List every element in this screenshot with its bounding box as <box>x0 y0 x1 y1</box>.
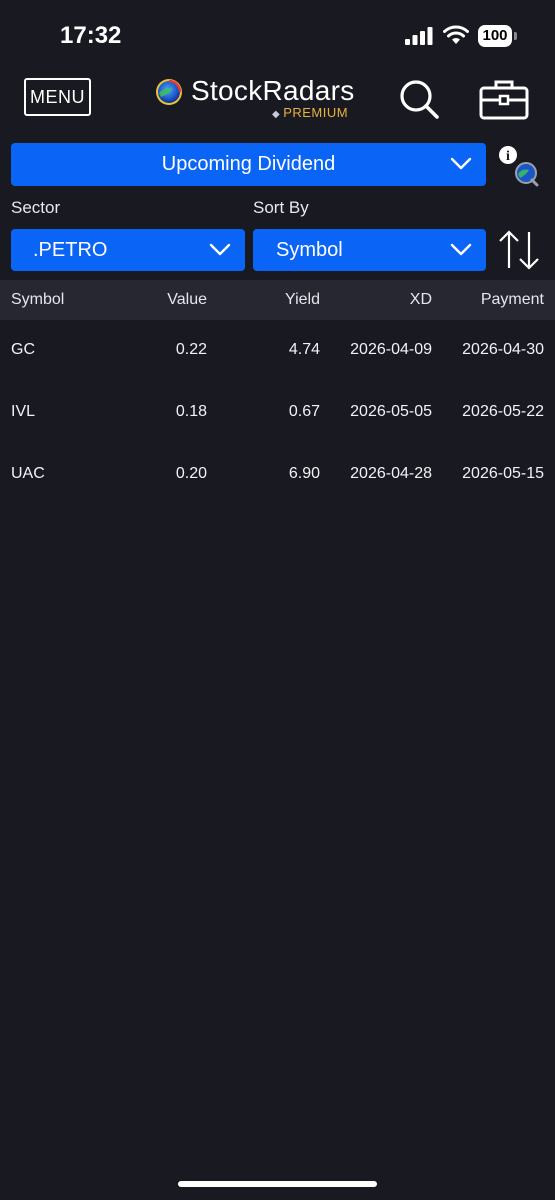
chevron-down-icon <box>209 243 231 256</box>
status-bar: 17:32 100 <box>0 0 555 70</box>
cell-payment: 2026-04-30 <box>462 341 544 358</box>
table-row[interactable]: UAC 0.20 6.90 2026-04-28 2026-05-15 <box>0 444 555 506</box>
battery-tip <box>514 32 517 40</box>
signal-icon <box>405 27 433 45</box>
search-icon[interactable] <box>398 78 440 120</box>
sort-direction-icon[interactable] <box>496 228 542 272</box>
cell-symbol: UAC <box>11 465 45 482</box>
cell-yield: 0.67 <box>288 403 320 420</box>
info-icon[interactable]: i <box>496 143 542 189</box>
briefcase-icon[interactable] <box>478 78 530 120</box>
cell-payment: 2026-05-22 <box>462 403 544 420</box>
menu-button[interactable]: MENU <box>24 78 91 116</box>
premium-badge: ◆ PREMIUM <box>272 105 348 120</box>
wifi-icon <box>443 25 469 44</box>
cell-symbol: IVL <box>11 403 36 420</box>
table-header: Symbol Value Yield XD Payment <box>0 280 555 320</box>
home-indicator[interactable] <box>178 1181 377 1187</box>
cell-yield: 4.74 <box>288 341 320 358</box>
column-header-symbol[interactable]: Symbol <box>11 291 64 309</box>
logo-icon <box>156 79 182 105</box>
column-header-xd[interactable]: XD <box>410 291 432 309</box>
app-name: StockRadars <box>191 75 355 106</box>
sector-dropdown-value: .PETRO <box>33 239 108 261</box>
battery-level: 100 <box>478 25 512 47</box>
sector-dropdown[interactable]: .PETRO <box>11 229 245 271</box>
battery-icon: 100 <box>478 25 517 47</box>
cell-xd: 2026-04-28 <box>350 465 432 482</box>
cell-xd: 2026-05-05 <box>350 403 432 420</box>
status-time: 17:32 <box>60 22 122 49</box>
sort-by-dropdown-value: Symbol <box>276 239 343 261</box>
cell-symbol: GC <box>11 341 35 358</box>
column-header-value[interactable]: Value <box>167 291 207 309</box>
chevron-down-icon <box>450 157 472 170</box>
cell-payment: 2026-05-15 <box>462 465 544 482</box>
column-header-payment[interactable]: Payment <box>481 291 544 309</box>
view-dropdown[interactable]: Upcoming Dividend <box>11 143 486 186</box>
table-row[interactable]: GC 0.22 4.74 2026-04-09 2026-04-30 <box>0 320 555 382</box>
cell-yield: 6.90 <box>288 465 320 482</box>
sector-label: Sector <box>11 198 61 217</box>
cell-value: 0.18 <box>175 403 207 420</box>
sort-by-label: Sort By <box>253 198 309 217</box>
cell-value: 0.20 <box>175 465 207 482</box>
chevron-down-icon <box>450 243 472 256</box>
column-header-yield[interactable]: Yield <box>285 291 320 309</box>
cell-xd: 2026-04-09 <box>350 341 432 358</box>
svg-text:i: i <box>506 149 510 164</box>
diamond-icon: ◆ <box>272 109 281 120</box>
view-dropdown-value: Upcoming Dividend <box>161 153 336 175</box>
premium-label: PREMIUM <box>283 105 349 120</box>
sort-by-dropdown[interactable]: Symbol <box>253 229 486 271</box>
cell-value: 0.22 <box>175 341 207 358</box>
table-row[interactable]: IVL 0.18 0.67 2026-05-05 2026-05-22 <box>0 382 555 444</box>
